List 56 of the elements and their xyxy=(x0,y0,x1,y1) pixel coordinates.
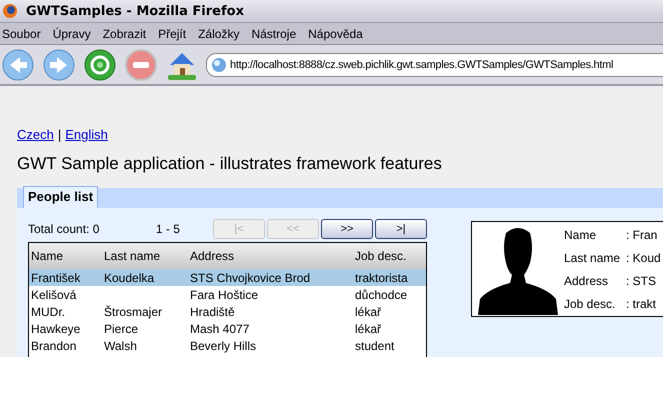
table-cell-text: důchodce xyxy=(354,288,408,302)
table-cell-text: Pierce xyxy=(103,322,140,336)
table-cell-text: lékař xyxy=(354,322,382,336)
table-cell-text: Štrosmajer xyxy=(103,304,164,318)
table-cell-text: Brandon xyxy=(30,338,78,352)
language-link[interactable]: Czech xyxy=(17,127,54,142)
field-value: : Fran xyxy=(626,228,658,242)
table-cell-text: Koudelka xyxy=(103,270,156,284)
menu-item[interactable]: Záložky xyxy=(198,26,240,40)
table-cell-text: Fara Hoštice xyxy=(189,288,260,302)
table-row[interactable]: Hawkeye Pierce Mash 4077 lékař xyxy=(29,320,426,337)
total-count: Total count: 0 xyxy=(28,222,100,236)
field-label: Name xyxy=(564,228,598,242)
column-header: Last name xyxy=(103,249,162,263)
menu-item[interactable]: Nástroje xyxy=(251,26,296,40)
table-row[interactable]: MUDr. Štrosmajer Hradiště lékař xyxy=(29,303,426,320)
column-header: Address xyxy=(189,249,236,263)
table-cell-text: STS Chvojkovice Brod xyxy=(189,270,312,284)
table-cell-text: Kelišová xyxy=(30,288,78,302)
field-label: Job desc. xyxy=(564,296,616,310)
menu-item[interactable]: Úpravy xyxy=(52,26,91,40)
table-row[interactable]: Kelišová Fara Hoštice důchodce xyxy=(29,286,426,303)
pager-button[interactable]: >| xyxy=(375,218,427,238)
column-header: Job desc. xyxy=(354,249,408,263)
reload-icon[interactable] xyxy=(84,48,116,80)
table-cell-text: Walsh xyxy=(103,338,138,352)
field-value: : STS xyxy=(626,274,658,288)
window-title: GWTSamples - Mozilla Firefox xyxy=(26,4,244,18)
field-value: : Koud xyxy=(626,250,661,264)
field-value: : trakt xyxy=(626,296,658,310)
page-range: 1 - 5 xyxy=(156,222,181,236)
separator: | xyxy=(58,127,62,142)
column-header: Name xyxy=(30,249,64,263)
table-cell-text: MUDr. xyxy=(30,304,66,318)
page-heading: GWT Sample application - illustrates framework features xyxy=(17,154,443,174)
menu-item[interactable]: Zobrazit xyxy=(102,26,146,40)
tab[interactable]: People list xyxy=(23,186,98,208)
table-cell-text: Beverly Hills xyxy=(189,338,258,352)
table-cell-text: Mash 4077 xyxy=(189,322,250,336)
table-cell-text: Hradiště xyxy=(189,304,236,318)
table-row[interactable]: Brandon Walsh Beverly Hills student xyxy=(29,337,426,354)
table-cell-text: lékař xyxy=(354,304,382,318)
language-link[interactable]: English xyxy=(65,127,108,142)
address-field[interactable]: http://localhost:8888/cz.sweb.pichlik.gwt.samples.GWTSamples/GWTSamples.html xyxy=(206,52,663,76)
table-cell-text: student xyxy=(354,338,396,352)
pager-button[interactable]: >> xyxy=(321,218,373,238)
table-cell-text: Hawkeye xyxy=(30,322,82,336)
table-cell-text: traktorista xyxy=(354,270,409,284)
stop-icon[interactable] xyxy=(125,48,157,80)
menu-item[interactable]: Nápověda xyxy=(308,26,363,40)
field-label: Address xyxy=(564,274,610,288)
menu-item[interactable]: Přejít xyxy=(158,26,186,40)
table-row[interactable]: František Koudelka STS Chvojkovice Brod traktorista xyxy=(29,269,426,286)
table-cell-text: František xyxy=(30,270,82,284)
menu-item[interactable]: Soubor xyxy=(2,26,41,40)
field-label: Last name xyxy=(564,250,622,264)
